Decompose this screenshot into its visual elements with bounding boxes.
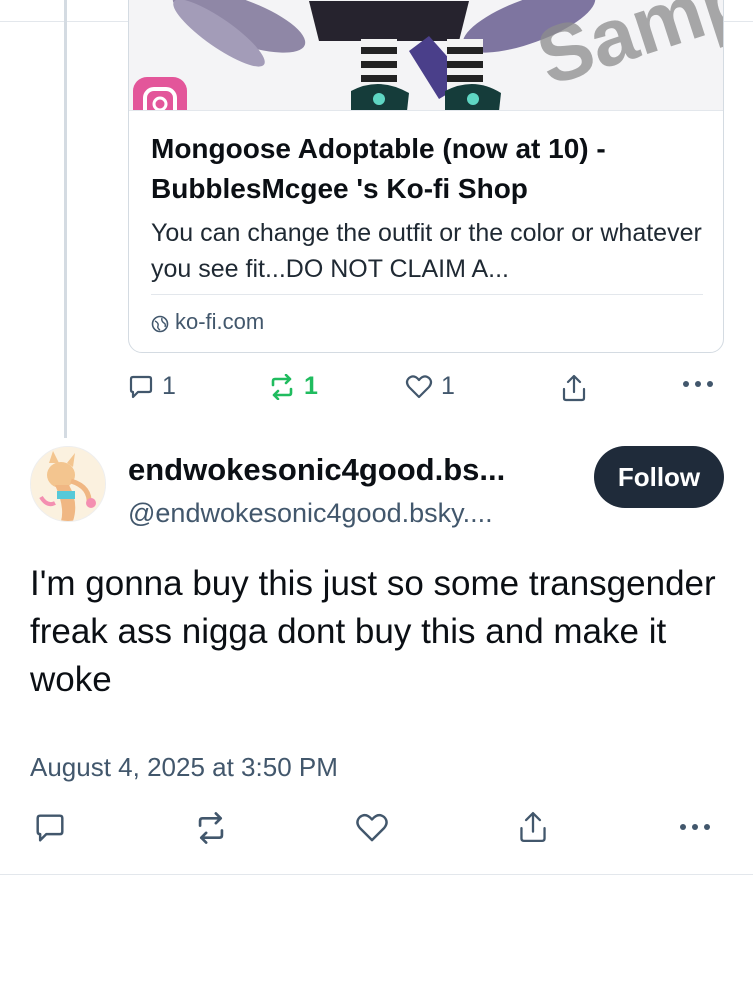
more-icon (682, 380, 714, 388)
main-repost-button[interactable] (194, 812, 228, 844)
embed-description: You can change the outfit or the color o… (151, 219, 702, 283)
globe-icon (151, 313, 169, 333)
reply-icon (128, 374, 154, 400)
handle[interactable]: @endwokesonic4good.bsky.... (128, 498, 493, 529)
display-name[interactable]: endwokesonic4good.bs... (128, 452, 505, 488)
share-button[interactable] (561, 374, 587, 402)
embed-thumbnail: Sample (129, 0, 724, 111)
share-icon (561, 374, 587, 402)
bottom-divider (0, 874, 753, 875)
main-like-button[interactable] (355, 812, 389, 844)
follow-button[interactable]: Follow (594, 446, 724, 508)
embed-domain-label: ko-fi.com (175, 309, 265, 334)
embed-divider (151, 294, 703, 295)
embed-domain[interactable]: ko-fi.com (151, 309, 264, 335)
more-icon (678, 823, 712, 831)
svg-text:Sample: Sample (527, 0, 724, 102)
reply-button[interactable]: 1 (128, 372, 176, 401)
avatar[interactable] (30, 446, 106, 522)
main-more-button[interactable] (678, 823, 712, 831)
embed-title[interactable]: Mongoose Adoptable (now at 10) - Bubbles… (151, 129, 711, 209)
like-icon (355, 812, 389, 844)
reply-icon (34, 812, 66, 844)
repost-icon (268, 373, 296, 400)
repost-count: 1 (304, 372, 318, 400)
link-embed-card[interactable]: Sample Mongoose Adoptable (now at 10) - … (128, 0, 724, 353)
like-button[interactable]: 1 (405, 372, 455, 401)
like-icon (405, 374, 433, 400)
repost-icon (194, 812, 228, 844)
main-share-button[interactable] (518, 810, 548, 844)
more-button[interactable] (682, 380, 714, 388)
repost-button[interactable]: 1 (268, 372, 318, 401)
like-count: 1 (441, 372, 455, 400)
post-text: I'm gonna buy this just so some transgen… (30, 564, 716, 699)
reply-count: 1 (162, 372, 176, 400)
thread-line (64, 0, 67, 438)
main-reply-button[interactable] (34, 812, 66, 844)
share-icon (518, 810, 548, 844)
post-timestamp: August 4, 2025 at 3:50 PM (30, 752, 338, 782)
